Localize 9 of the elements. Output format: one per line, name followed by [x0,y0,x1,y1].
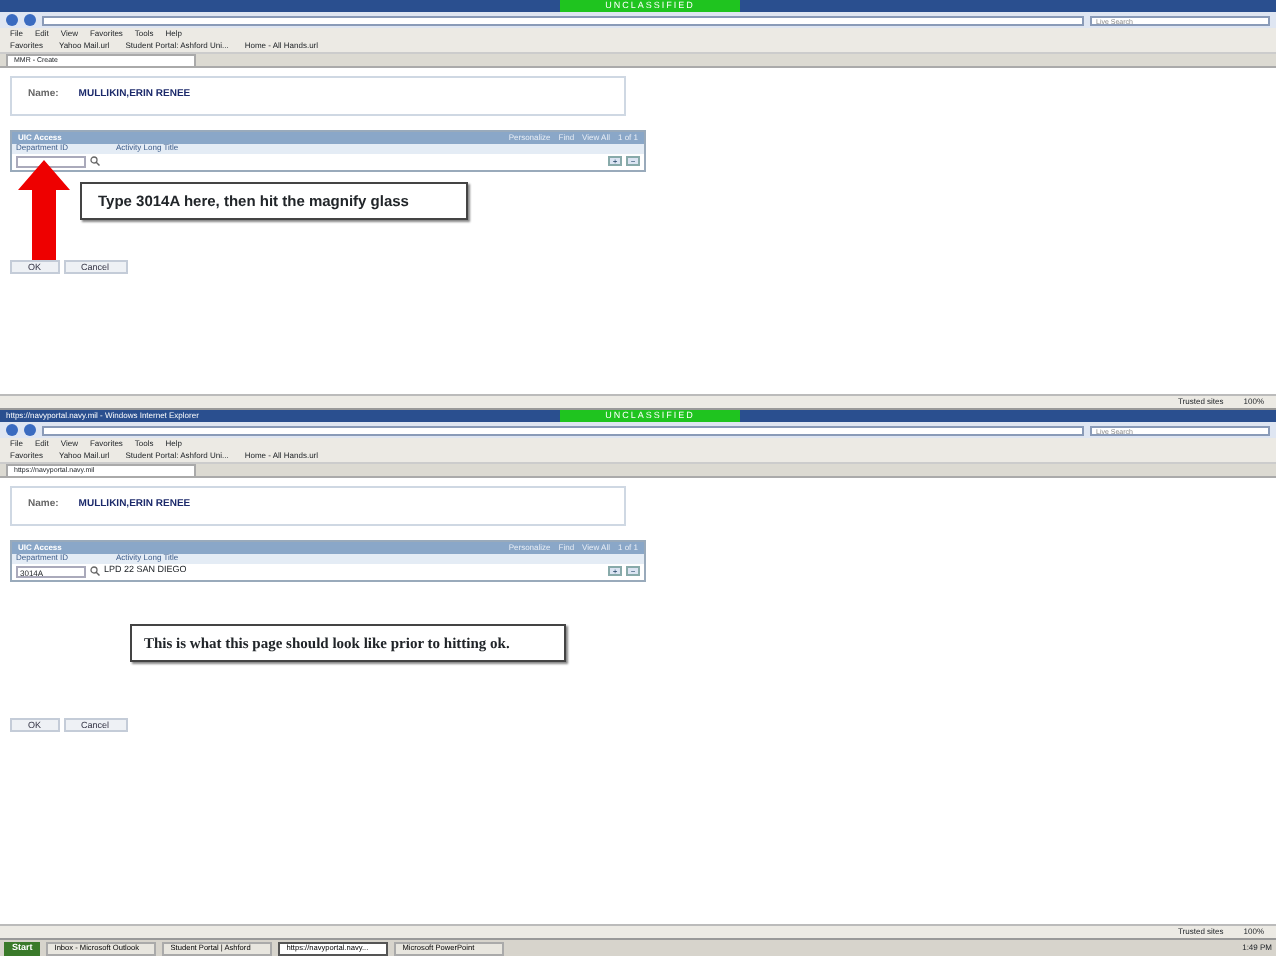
search-icon[interactable] [90,156,100,166]
forward-button[interactable] [24,424,36,436]
up-arrow-icon [18,160,70,260]
address-field[interactable] [42,425,1084,435]
search-icon[interactable] [90,566,100,576]
address-field[interactable] [42,15,1084,25]
back-button[interactable] [6,14,18,26]
back-button[interactable] [6,424,18,436]
forward-button[interactable] [24,14,36,26]
